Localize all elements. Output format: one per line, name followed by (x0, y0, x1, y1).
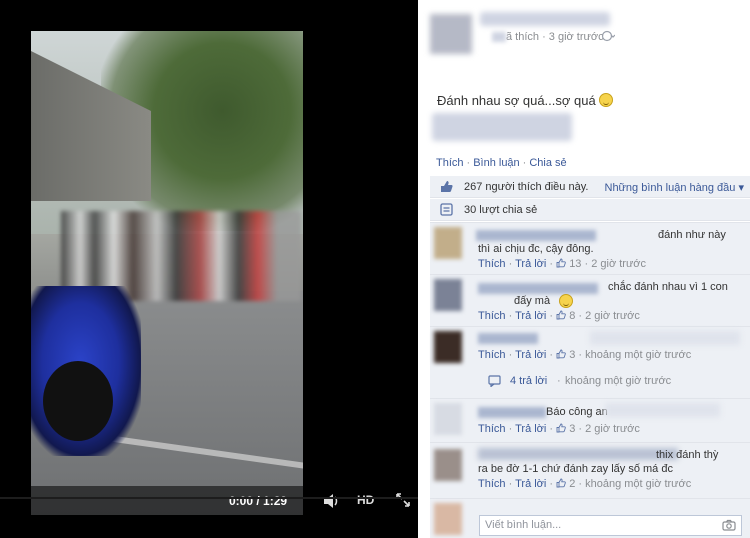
video-pane: 0:00 / 1:29 HD (0, 0, 418, 538)
commenter-avatar[interactable] (434, 403, 462, 435)
camera-icon[interactable] (722, 519, 736, 531)
blurred-text (432, 113, 572, 141)
volume-icon[interactable] (322, 493, 340, 509)
shares-summary: 30 lượt chia sẻ (430, 199, 750, 221)
post-sidebar: ã thích · 3 giờ trước Đánh nhau sợ quá..… (418, 0, 750, 538)
comment-text: thì ai chịu đc, cậy đông. (478, 243, 594, 255)
comment-time[interactable]: 2 giờ trước (585, 423, 640, 435)
comment-reply-link[interactable]: Trả lời (515, 258, 546, 270)
top-comments-dropdown[interactable]: Những bình luận hàng đầu ▾ (605, 181, 745, 194)
comment-like-link[interactable]: Thích (478, 423, 506, 435)
video-progress-bar[interactable] (0, 497, 418, 499)
comment-item: đánh như này thì ai chịu đc, cậy đông. T… (430, 222, 750, 274)
share-icon (440, 203, 453, 216)
comment-text: đánh như này (658, 229, 726, 241)
comment-time[interactable]: 2 giờ trước (585, 310, 640, 322)
commenter-name[interactable] (478, 407, 546, 418)
hd-button[interactable]: HD (357, 493, 374, 507)
meta-blur (492, 32, 506, 43)
comment-reply-link[interactable]: Trả lời (515, 478, 546, 490)
separator: · (522, 157, 527, 169)
share-link[interactable]: Chia sẻ (529, 157, 566, 169)
comment-meta: Thích · Trả lời · 13 · 2 giờ trước (478, 258, 647, 270)
reply-thread[interactable]: 4 trả lời · khoảng một giờ trước (430, 368, 750, 398)
comment-reply-link[interactable]: Trả lời (515, 423, 546, 435)
comment-meta: Thích · Trả lời · 2 · khoảng một giờ trư… (478, 478, 692, 490)
comment-meta: Thích · Trả lời · 3 · 2 giờ trước (478, 423, 640, 435)
video-player[interactable] (31, 31, 303, 515)
like-link[interactable]: Thích (436, 157, 464, 169)
thumbs-up-icon (556, 478, 566, 488)
comment-like-link[interactable]: Thích (478, 478, 506, 490)
blurred-text (478, 448, 678, 460)
thumbs-up-icon (556, 349, 566, 359)
commenter-avatar[interactable] (434, 227, 462, 259)
comment-item: thix đánh thỳ ra be đờ 1-1 chứ đánh zay … (430, 442, 750, 498)
comment-text: chắc đánh nhau vì 1 con (608, 281, 728, 293)
commenter-avatar[interactable] (434, 449, 462, 481)
post-meta: ã thích · 3 giờ trước (492, 31, 604, 43)
blurred-text (590, 331, 740, 345)
comment-time[interactable]: khoảng một giờ trước (585, 349, 691, 361)
comment-input[interactable]: Viết bình luận... (479, 515, 742, 536)
likes-summary: 267 người thích điều này. Những bình luậ… (430, 176, 750, 198)
comment-item: Báo công an Thích · Trả lời · 3 · 2 giờ … (430, 398, 750, 442)
comment-reply-link[interactable]: Trả lời (515, 310, 546, 322)
emoticon-icon (559, 294, 573, 308)
comment-meta: Thích · Trả lời · 8 · 2 giờ trước (478, 310, 640, 322)
audience-icon[interactable] (601, 30, 615, 42)
comment-like-link[interactable]: Thích (478, 310, 506, 322)
comment-like-count[interactable]: 3 (569, 423, 575, 435)
comment-time[interactable]: khoảng một giờ trước (585, 478, 691, 490)
commenter-name[interactable] (478, 283, 598, 294)
smiley-emoji-icon (598, 93, 613, 107)
comment-like-count[interactable]: 2 (569, 478, 575, 490)
comment-meta: Thích · Trả lời · 3 · khoảng một giờ trư… (478, 349, 692, 361)
fullscreen-icon[interactable] (396, 493, 410, 507)
comment-like-count[interactable]: 8 (569, 310, 575, 322)
commenter-name[interactable] (476, 230, 596, 241)
author-avatar[interactable] (430, 14, 472, 54)
comment-item: chắc đánh nhau vì 1 con đấy mà Thích · T… (430, 274, 750, 326)
comment-like-count[interactable]: 13 (569, 258, 581, 270)
commenter-avatar[interactable] (434, 331, 462, 363)
comment-like-link[interactable]: Thích (478, 258, 506, 270)
comment-text: ra be đờ 1-1 chứ đánh zay lấy số má đc (478, 463, 673, 475)
blurred-text (605, 403, 720, 417)
thumbs-up-icon (556, 310, 566, 320)
video-scene-wheel (43, 361, 113, 441)
author-name[interactable] (480, 12, 610, 26)
post-message: Đánh nhau sợ quá...sợ quá (437, 93, 613, 108)
comment-text: thix đánh thỳ (656, 449, 719, 461)
comment-text: đấy mà (514, 295, 551, 307)
comment-input-placeholder: Viết bình luận... (485, 519, 562, 531)
viewer-avatar (434, 503, 462, 535)
post-actions: Thích · Bình luận · Chia sẻ (436, 157, 567, 169)
separator: · (466, 157, 471, 169)
thumbs-up-icon (556, 258, 566, 268)
comment-text: Báo công an (546, 406, 608, 418)
reply-separator: · (557, 375, 561, 387)
reply-count[interactable]: 4 trả lời (510, 375, 547, 387)
comment-link[interactable]: Bình luận (473, 157, 519, 169)
comment-like-link[interactable]: Thích (478, 349, 506, 361)
video-controls: 0:00 / 1:29 HD (0, 486, 418, 516)
commenter-name[interactable] (478, 333, 538, 344)
post-message-text: Đánh nhau sợ quá...sợ quá (437, 93, 596, 108)
post-meta-text: ã thích · 3 giờ trước (506, 31, 604, 43)
comment-like-count[interactable]: 3 (569, 349, 575, 361)
reply-icon (488, 375, 501, 387)
comment-time[interactable]: 2 giờ trước (591, 258, 646, 270)
likes-count[interactable]: 267 người thích điều này. (464, 181, 588, 193)
commenter-avatar[interactable] (434, 279, 462, 311)
shares-count[interactable]: 30 lượt chia sẻ (464, 204, 537, 216)
photo-theater: 0:00 / 1:29 HD ã thích · 3 giờ trước Đán… (0, 0, 750, 538)
thumbs-up-icon (441, 181, 453, 192)
comment-item: Thích · Trả lời · 3 · khoảng một giờ trư… (430, 326, 750, 368)
comment-reply-link[interactable]: Trả lời (515, 349, 546, 361)
reply-time: khoảng một giờ trước (565, 375, 672, 387)
thumbs-up-icon (556, 423, 566, 433)
